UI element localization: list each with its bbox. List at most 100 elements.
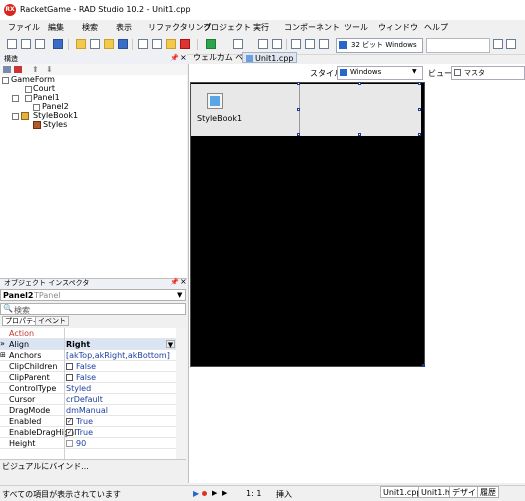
close-icon[interactable]: × (180, 277, 187, 286)
config-combo[interactable] (426, 38, 490, 53)
resize-handle[interactable] (358, 133, 361, 136)
menu-search[interactable]: 検索 (82, 22, 98, 33)
open-project-icon[interactable] (166, 39, 176, 49)
play-icon[interactable]: ▶ (193, 489, 199, 498)
object-selector[interactable]: Panel2 TPanel ▼ (0, 289, 186, 301)
view-combo[interactable]: マスタ (451, 66, 525, 80)
save-project-icon[interactable] (180, 39, 190, 49)
search-input[interactable]: 🔍 検索 (0, 303, 186, 315)
property-value[interactable]: dmManual (66, 406, 108, 415)
menu-file[interactable]: ファイル (8, 22, 40, 33)
resize-handle[interactable] (418, 82, 421, 85)
tree-item-stylebook1[interactable]: StyleBook1 (33, 111, 78, 120)
chevron-down-icon[interactable]: ▼ (166, 340, 175, 349)
property-row-selected[interactable]: » Align Right ▼ (0, 339, 176, 350)
property-row[interactable]: ClipChildren False (0, 361, 176, 372)
open-folder-icon[interactable] (76, 39, 86, 49)
project-icon[interactable] (53, 39, 63, 49)
save-all-icon[interactable] (35, 39, 45, 49)
tree-item-styles[interactable]: Styles (43, 120, 67, 129)
checkbox[interactable] (66, 363, 73, 370)
property-row[interactable]: Cursor crDefault (0, 394, 176, 405)
resize-handle[interactable] (418, 108, 421, 111)
property-row[interactable]: DragMode dmManual (0, 405, 176, 416)
property-value[interactable]: Styled (66, 384, 91, 393)
save-icon[interactable] (118, 39, 128, 49)
resize-handle[interactable] (297, 133, 300, 136)
property-row[interactable]: Enabled True (0, 416, 176, 427)
tree-expander[interactable] (12, 95, 19, 102)
checkbox-checked[interactable] (66, 418, 73, 425)
grid-scrollbar[interactable] (176, 328, 186, 459)
pause-icon[interactable] (258, 39, 268, 49)
tree-item-gameform[interactable]: GameForm (11, 75, 55, 84)
property-row[interactable]: ⊞ Anchors [akTop,akRight,akBottom] (0, 350, 176, 361)
run-without-debug-icon[interactable] (233, 39, 243, 49)
property-row[interactable]: ClipParent False (0, 372, 176, 383)
stop-icon[interactable] (272, 39, 282, 49)
property-row[interactable]: Action (0, 328, 176, 339)
sync-icon[interactable] (3, 66, 11, 73)
menu-window[interactable]: ウィンドウ (378, 22, 418, 33)
mail-icon[interactable] (493, 39, 503, 49)
tab-unit1-h[interactable]: Unit1.h (418, 486, 453, 498)
close-icon[interactable]: × (180, 53, 187, 62)
menu-edit[interactable]: 編集 (48, 22, 64, 33)
resize-handle[interactable] (297, 108, 300, 111)
tab-events[interactable]: イベント (35, 316, 69, 326)
add-to-project-icon[interactable] (138, 39, 148, 49)
stylebook-component-icon[interactable] (207, 93, 223, 109)
menu-tools[interactable]: ツール (344, 22, 368, 33)
record-icon[interactable] (202, 491, 207, 496)
resize-handle[interactable] (418, 133, 421, 136)
checkbox-checked[interactable] (66, 429, 73, 436)
menu-component[interactable]: コンポーネント (284, 22, 340, 33)
chevron-down-icon[interactable]: ▼ (177, 291, 182, 299)
tree-item-panel2[interactable]: Panel2 (42, 102, 69, 111)
open-icon[interactable] (21, 39, 31, 49)
next-icon[interactable]: ▶ (222, 489, 227, 497)
new-file-icon[interactable] (90, 39, 100, 49)
form-resize-handle[interactable] (422, 364, 425, 367)
expand-icon[interactable]: ⊞ (0, 351, 6, 359)
tree-expander[interactable] (2, 77, 9, 84)
new-icon[interactable] (7, 39, 17, 49)
style-combo[interactable]: Windows ▼ (337, 66, 423, 80)
property-row[interactable]: ControlType Styled (0, 383, 176, 394)
delete-icon[interactable] (14, 66, 22, 73)
menu-run[interactable]: 実行 (253, 22, 269, 33)
resize-handle[interactable] (297, 82, 300, 85)
pin-icon[interactable]: 📌 (170, 278, 179, 286)
trace-into-icon[interactable] (305, 39, 315, 49)
step-over-icon[interactable] (291, 39, 301, 49)
run-to-cursor-icon[interactable] (319, 39, 329, 49)
menu-view[interactable]: 表示 (116, 22, 132, 33)
platform-combo[interactable]: 32 ビット Windows (336, 38, 423, 53)
property-value[interactable]: Right (66, 340, 90, 349)
property-row[interactable]: Height 90 (0, 438, 176, 449)
tab-unit1-cpp[interactable]: Unit1.cpp (242, 52, 298, 63)
property-row[interactable]: EnableDragHighl True (0, 427, 176, 438)
arrow-down-icon[interactable]: ⬇ (46, 65, 53, 74)
resize-handle[interactable] (358, 82, 361, 85)
tree-item-court[interactable]: Court (33, 84, 55, 93)
checkbox[interactable] (66, 374, 73, 381)
play-macro-icon[interactable]: ▶ (212, 489, 217, 497)
remove-from-project-icon[interactable] (152, 39, 162, 49)
tree-item-panel1[interactable]: Panel1 (33, 93, 60, 102)
menu-project[interactable]: プロジェクト (203, 22, 251, 33)
arrow-up-icon[interactable]: ⬆ (32, 65, 39, 74)
tree-expander[interactable] (12, 113, 19, 120)
menu-help[interactable]: ヘルプ (424, 22, 448, 33)
property-value[interactable]: crDefault (66, 395, 103, 404)
tab-history[interactable]: 履歴 (477, 486, 499, 498)
open-file-icon[interactable] (104, 39, 114, 49)
grid-divider[interactable] (64, 328, 65, 459)
selected-panel[interactable] (191, 84, 421, 136)
chevron-down-icon[interactable]: ▼ (412, 68, 417, 75)
calendar-icon[interactable] (506, 39, 516, 49)
pin-icon[interactable]: 📌 (170, 54, 179, 62)
run-icon[interactable] (206, 39, 216, 49)
property-value[interactable]: [akTop,akRight,akBottom] (66, 351, 170, 360)
bind-visually-link[interactable]: ビジュアルにバインド... (2, 461, 89, 472)
